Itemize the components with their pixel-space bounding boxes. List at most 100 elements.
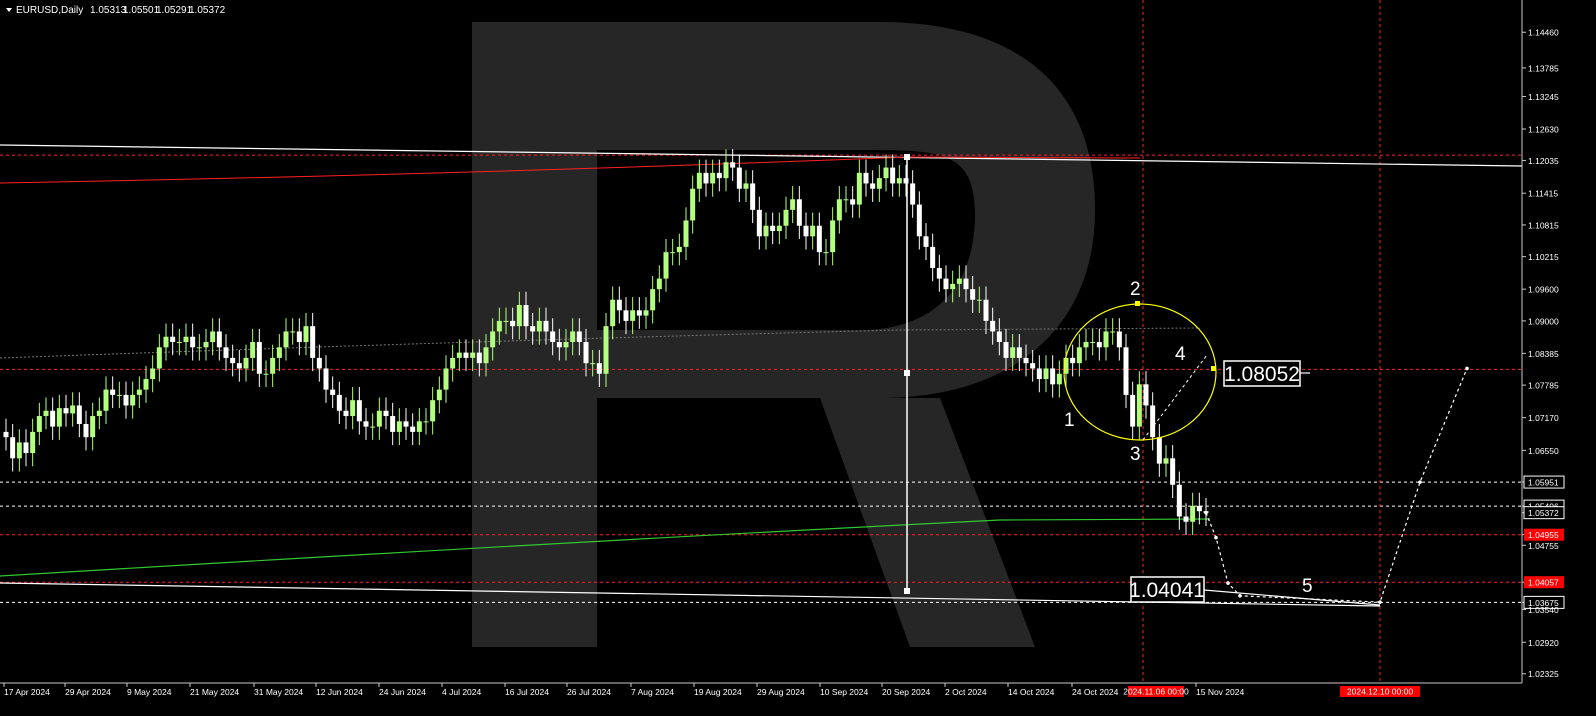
time-tick-label: 21 May 2024: [190, 687, 239, 697]
price-tick-label: 1.13245: [1528, 92, 1559, 102]
candle-body: [883, 167, 889, 179]
candle-body: [603, 326, 609, 374]
candle-body: [1096, 342, 1102, 348]
candle-body: [730, 162, 736, 168]
candle-body: [436, 389, 442, 401]
candle-body: [1130, 394, 1136, 427]
price-tick-label: 1.06550: [1528, 446, 1559, 456]
candle-body: [376, 410, 382, 427]
target-box-upper: 1.08052: [1223, 360, 1301, 387]
candle-body: [363, 421, 369, 427]
candle-body: [1056, 373, 1062, 385]
candle-body: [476, 352, 482, 364]
candle-body: [430, 400, 436, 422]
candle-body: [296, 331, 302, 343]
candle-body: [210, 331, 216, 343]
candle-body: [656, 278, 662, 290]
candle-body: [96, 410, 102, 417]
candle-body: [1003, 342, 1009, 358]
price-tick-label: 1.02325: [1528, 669, 1559, 679]
candle-body: [310, 326, 316, 358]
candle-body: [1136, 384, 1142, 427]
candle-body: [956, 278, 962, 284]
candle-body: [70, 405, 76, 414]
candle-body: [383, 410, 389, 417]
candle-body: [950, 283, 956, 290]
target-box-upper-text: 1.08052: [1224, 363, 1300, 386]
candle-body: [983, 299, 989, 321]
candle-body: [443, 368, 449, 390]
candle-body: [50, 410, 56, 427]
price-tick-label: 1.12630: [1528, 124, 1559, 134]
candle-body: [556, 342, 562, 348]
candle-body: [83, 423, 89, 438]
candle-body: [636, 310, 642, 316]
candle-body: [583, 342, 589, 364]
time-tick-label: 2 Oct 2024: [945, 687, 987, 697]
candle-body: [256, 342, 262, 374]
measure-handle-top: [904, 154, 910, 160]
time-tick-label: 4 Jul 2024: [442, 687, 481, 697]
candle-body: [770, 225, 776, 232]
price-axis: 1.14460 1.13785 1.13245 1.12630 1.12035 1.114…: [1522, 28, 1565, 679]
candle-body: [1156, 437, 1162, 464]
candle-body: [850, 199, 856, 205]
measure-handle-bottom: [904, 588, 910, 594]
candle-body: [370, 426, 376, 428]
candle-body: [510, 320, 516, 327]
candle-body: [1070, 357, 1076, 364]
price-tick-label: 1.04955: [1528, 530, 1559, 540]
price-tick-label: 1.07785: [1528, 381, 1559, 391]
candle-body: [223, 347, 229, 358]
candle-body: [1023, 357, 1029, 364]
candle-body: [63, 408, 69, 414]
candle-body: [116, 394, 122, 396]
symbol-header: EURUSD,Daily 1.05313 1.05501 1.05291 1.0…: [6, 5, 226, 16]
wave-label-3: 3: [1130, 444, 1141, 465]
candle-body: [776, 225, 782, 232]
candle-body: [196, 347, 202, 349]
candle-body: [663, 252, 669, 279]
time-tick-label: 24 Jun 2024: [379, 687, 426, 697]
target-box-lower: 1.04041: [1129, 576, 1205, 603]
candle-body: [136, 389, 142, 395]
ohlc-high: 1.05501: [123, 5, 160, 16]
candle-body: [1170, 458, 1176, 485]
candle-body: [796, 199, 802, 226]
candle-body: [343, 410, 349, 417]
price-tick-label: 1.13785: [1528, 63, 1559, 73]
forecast-node: [1378, 600, 1382, 604]
candle-body: [516, 305, 522, 327]
candle-body: [570, 331, 576, 343]
candle-body: [1090, 342, 1096, 344]
candle-body: [930, 246, 936, 269]
candle-body: [390, 416, 396, 432]
candle-body: [890, 167, 896, 184]
price-tick-label: 1.10815: [1528, 220, 1559, 230]
price-tick-label: 1.09600: [1528, 285, 1559, 295]
candle-body: [1076, 347, 1082, 364]
price-tick-label: 1.05951: [1528, 478, 1559, 488]
candle-body: [943, 278, 949, 290]
candle-body: [716, 172, 722, 179]
candle-body: [150, 368, 156, 380]
candle-body: [1190, 505, 1196, 522]
time-tick-label: 12 Jun 2024: [316, 687, 363, 697]
target-box-lower-text: 1.04041: [1129, 579, 1205, 602]
candle-body: [450, 357, 456, 369]
candle-body: [743, 183, 749, 189]
price-chart[interactable]: 1.14460 1.13785 1.13245 1.12630 1.12035 1.114…: [0, 0, 1596, 716]
ohlc-open: 1.05313: [90, 5, 127, 16]
candle-body: [1196, 505, 1202, 512]
ohlc-low: 1.05291: [156, 5, 193, 16]
time-tick-label: 10 Sep 2024: [820, 687, 868, 697]
candle-body: [1143, 384, 1149, 406]
candle-body: [590, 363, 596, 365]
candle-body: [1110, 331, 1116, 333]
candle-body: [416, 421, 422, 432]
candle-body: [990, 320, 996, 332]
candle-body: [10, 437, 16, 459]
price-tick-label: 1.09000: [1528, 316, 1559, 326]
candle-body: [710, 172, 716, 184]
candle-body: [550, 331, 556, 343]
